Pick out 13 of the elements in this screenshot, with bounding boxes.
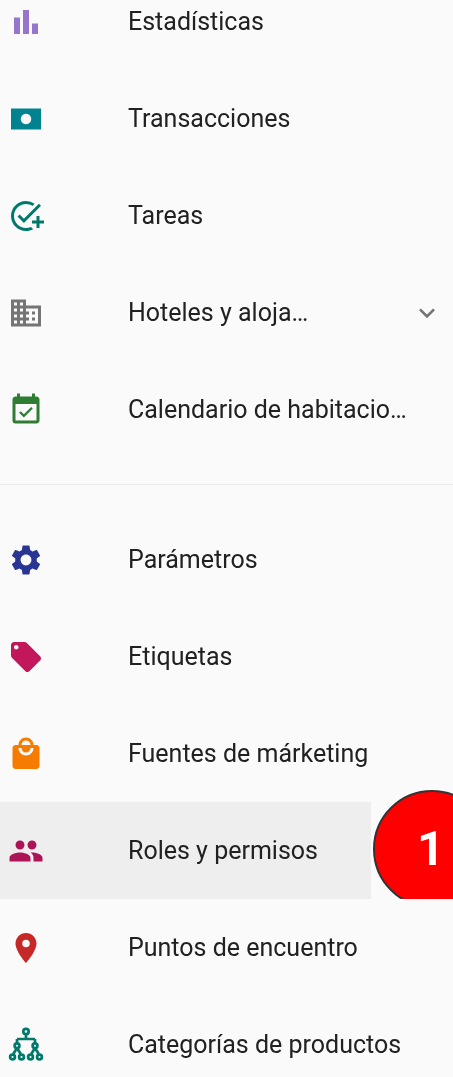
menu-item[interactable]: Roles y permisos — [0, 802, 371, 899]
menu-item-label: Transacciones — [128, 102, 291, 135]
menu-item-label: Fuentes de márketing — [128, 737, 369, 770]
menu-item-label: Etiquetas — [128, 640, 233, 673]
menu-item-label: Estadísticas — [128, 5, 264, 38]
menu-item-label: Calendario de habitacio… — [128, 393, 407, 426]
menu-item-label: Hoteles y aloja… — [128, 296, 309, 329]
menu-item-label: Tareas — [128, 199, 204, 232]
hierarchy-icon — [8, 1026, 44, 1063]
menu-item-label: Puntos de encuentro — [128, 931, 358, 964]
menu-item-label: Categorías de productos — [128, 1028, 402, 1061]
menu-item-label: Roles y permisos — [128, 834, 318, 867]
menu-item-label: Parámetros — [128, 543, 258, 576]
